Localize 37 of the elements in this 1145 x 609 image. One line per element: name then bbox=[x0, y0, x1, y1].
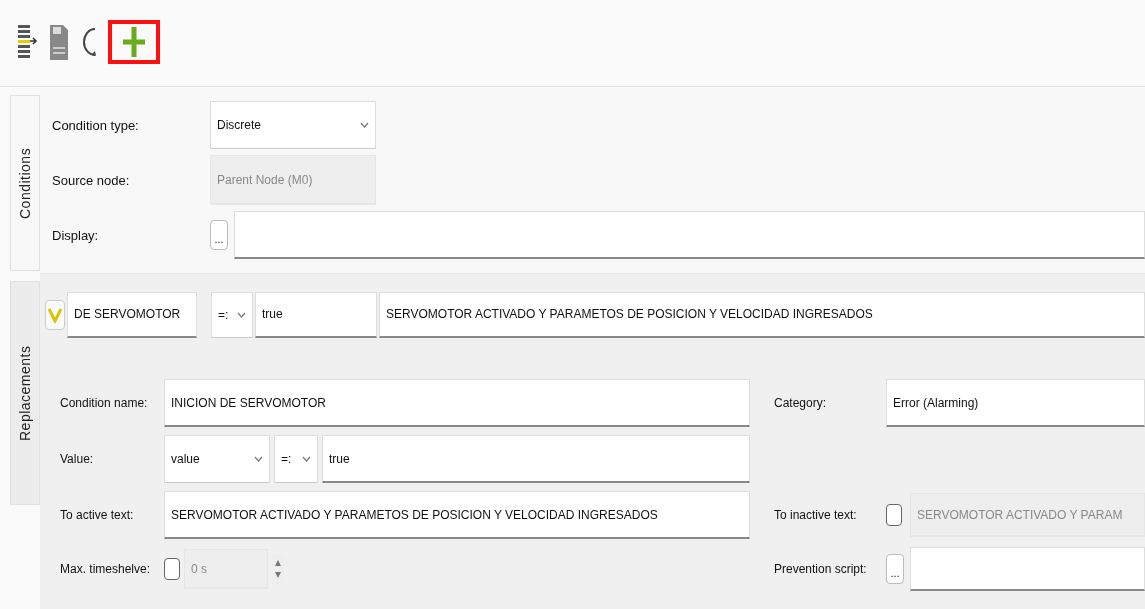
checkbox[interactable] bbox=[886, 504, 902, 526]
highlighted-toolbar-button[interactable] bbox=[108, 20, 160, 64]
field-label: Display: bbox=[52, 227, 100, 243]
prevention-script-field[interactable] bbox=[910, 547, 1145, 591]
display-field[interactable] bbox=[234, 211, 1145, 259]
field-label: Category: bbox=[774, 396, 828, 410]
field-label: Max. timeshelve: bbox=[60, 562, 152, 576]
active-text-field[interactable]: SERVOMOTOR ACTIVADO Y PARAMETOS DE POSICION Y VELOCIDAD INGRESADOS bbox=[164, 491, 750, 539]
caret-icon bbox=[237, 311, 246, 318]
side-tab[interactable]: Replacements bbox=[10, 281, 40, 505]
field-label: To inactive text: bbox=[774, 508, 858, 522]
value-source-dropdown[interactable]: value bbox=[164, 435, 270, 483]
checkbox[interactable] bbox=[164, 558, 180, 580]
field-label: Condition name: bbox=[60, 396, 149, 410]
field-label: Condition type: bbox=[52, 117, 140, 133]
side-tab[interactable]: Conditions bbox=[10, 95, 40, 271]
field-label: Value: bbox=[60, 452, 95, 466]
field-label: To active text: bbox=[60, 508, 135, 522]
condition-name-field[interactable]: DE SERVOMOTOR bbox=[67, 291, 197, 338]
chevron-down-icon bbox=[48, 306, 62, 323]
browse-button[interactable]: ... bbox=[210, 220, 228, 250]
field-label: Source node: bbox=[52, 172, 131, 188]
value-field[interactable]: true bbox=[255, 291, 377, 338]
condition-type-dropdown[interactable]: Discrete bbox=[210, 101, 376, 149]
condition-name-field[interactable]: INICION DE SERVOMOTOR bbox=[164, 379, 750, 427]
value-field[interactable]: true bbox=[322, 435, 750, 483]
plus-icon bbox=[121, 25, 147, 59]
field-label: Prevention script: bbox=[774, 562, 868, 576]
caret-icon bbox=[360, 122, 369, 128]
operator-dropdown[interactable]: =: bbox=[211, 291, 253, 338]
operator-dropdown[interactable]: =: bbox=[274, 435, 318, 483]
caret-icon bbox=[254, 456, 263, 462]
category-field[interactable]: Error (Alarming) bbox=[886, 379, 1145, 427]
browse-button[interactable]: ... bbox=[886, 554, 904, 584]
expand-toggle[interactable] bbox=[45, 299, 65, 330]
active-text-field[interactable]: SERVOMOTOR ACTIVADO Y PARAMETOS DE POSICION Y VELOCIDAD INGRESADOS bbox=[379, 291, 1145, 338]
caret-icon bbox=[302, 456, 311, 462]
